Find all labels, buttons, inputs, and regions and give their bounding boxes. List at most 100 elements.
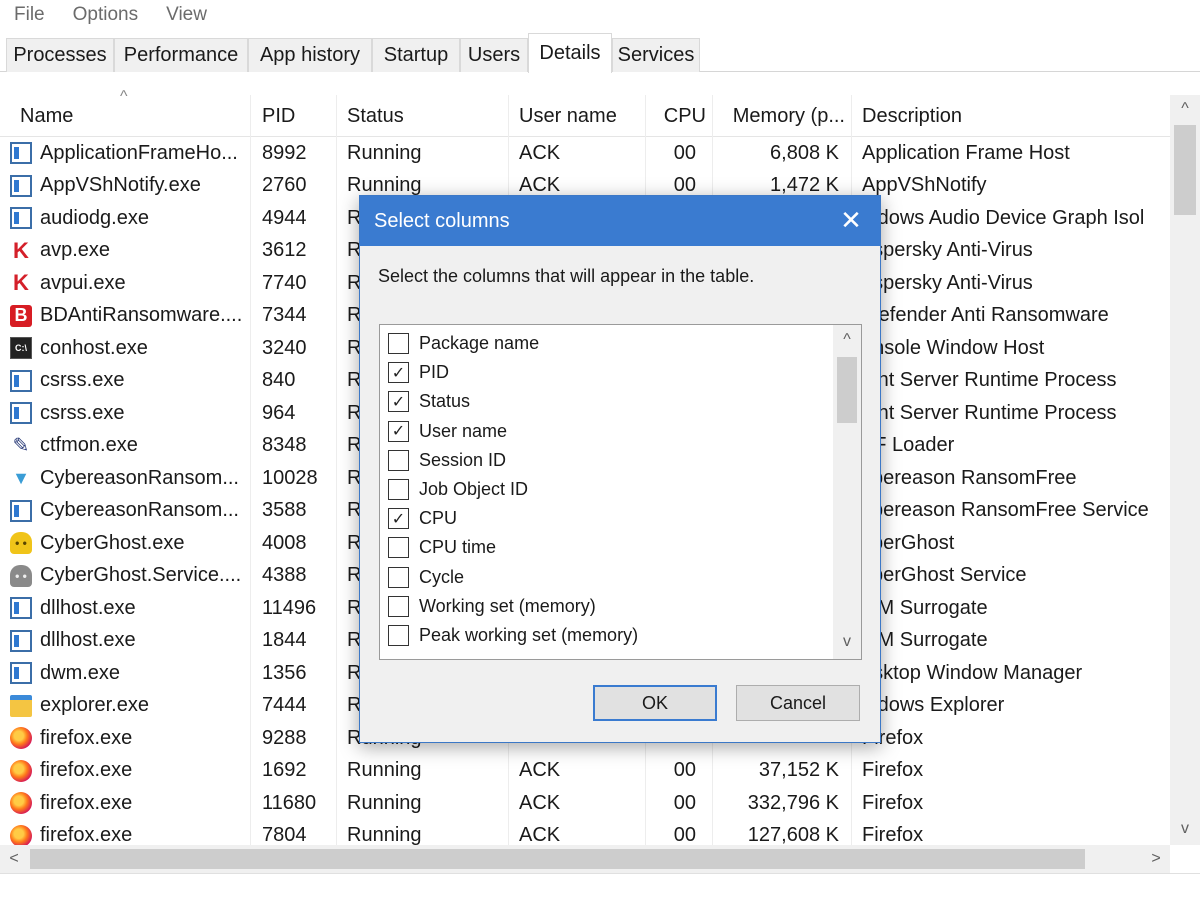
tab-processes[interactable]: Processes bbox=[6, 38, 114, 72]
firefox-icon bbox=[10, 727, 32, 749]
cell-desc: indows Explorer bbox=[862, 694, 1005, 717]
cell-pid: 7740 bbox=[262, 271, 307, 294]
table-row[interactable]: firefox.exe 7804 Running ACK 00 127,608 K Fire… bbox=[0, 820, 1170, 845]
cell-mem: 332,796 K bbox=[747, 791, 839, 814]
column-option[interactable]: Working set (memory) bbox=[388, 592, 596, 621]
table-row[interactable]: ApplicationFrameHo... 8992 Running ACK 00 6,8… bbox=[0, 137, 1170, 170]
cell-user: ACK bbox=[519, 824, 561, 845]
firefox-icon bbox=[10, 792, 32, 814]
cell-name: dllhost.exe bbox=[40, 596, 136, 619]
tab-startup[interactable]: Startup bbox=[372, 38, 460, 72]
column-option[interactable]: CPU time bbox=[388, 533, 496, 562]
cell-name: AppVShNotify.exe bbox=[40, 174, 201, 197]
cell-desc: Firefox bbox=[862, 759, 924, 782]
column-header-pid[interactable]: PID bbox=[262, 95, 332, 137]
cell-desc: Firefox bbox=[862, 824, 924, 845]
list-scroll-up-icon[interactable]: ^ bbox=[833, 327, 861, 353]
menu-file[interactable]: File bbox=[14, 4, 45, 26]
column-header-description[interactable]: Description bbox=[862, 95, 1162, 137]
checkbox-unchecked[interactable] bbox=[388, 566, 409, 588]
column-option[interactable]: Session ID bbox=[388, 446, 506, 475]
column-header-memory[interactable]: Memory (p... bbox=[715, 95, 845, 137]
cell-desc: Application Frame Host bbox=[862, 141, 1070, 164]
ok-button[interactable]: OK bbox=[593, 685, 717, 721]
cell-name: explorer.exe bbox=[40, 694, 149, 717]
column-option-label: Cycle bbox=[419, 566, 465, 587]
cell-name: firefox.exe bbox=[40, 791, 133, 814]
cell-name: BDAntiRansomware.... bbox=[40, 304, 243, 327]
cell-desc: onsole Window Host bbox=[862, 336, 1045, 359]
column-option[interactable]: ✓ PID bbox=[388, 358, 449, 387]
cell-pid: 8348 bbox=[262, 434, 307, 457]
cell-mem: 37,152 K bbox=[758, 759, 839, 782]
scroll-left-icon[interactable]: < bbox=[0, 845, 28, 873]
checkbox-checked[interactable]: ✓ bbox=[388, 508, 409, 530]
checkbox-unchecked[interactable] bbox=[388, 479, 409, 500]
cell-cpu: 00 bbox=[673, 141, 696, 164]
cancel-button[interactable]: Cancel bbox=[736, 685, 860, 721]
listbox-scrollbar[interactable]: ^ v bbox=[833, 325, 861, 659]
listbox-scroll-thumb[interactable] bbox=[837, 357, 857, 423]
column-option[interactable]: ✓ User name bbox=[388, 417, 507, 446]
cell-mem: 127,608 K bbox=[747, 824, 839, 845]
column-option[interactable]: ✓ Status bbox=[388, 387, 470, 416]
tab-performance[interactable]: Performance bbox=[114, 38, 248, 72]
firefox-icon bbox=[10, 824, 32, 845]
bitdefender-icon: B bbox=[10, 304, 32, 327]
checkbox-unchecked[interactable] bbox=[388, 595, 409, 617]
cell-name: firefox.exe bbox=[40, 759, 133, 782]
checkbox-checked[interactable]: ✓ bbox=[388, 420, 409, 442]
cell-pid: 4388 bbox=[262, 564, 307, 587]
tab-details[interactable]: Details bbox=[528, 33, 612, 73]
horizontal-scroll-thumb[interactable] bbox=[30, 849, 1085, 869]
scroll-down-icon[interactable]: v bbox=[1170, 815, 1200, 843]
tab-users[interactable]: Users bbox=[460, 38, 528, 72]
select-columns-dialog: Select columns ✕ Select the columns that… bbox=[359, 195, 881, 743]
cell-desc: tdefender Anti Ransomware bbox=[862, 304, 1109, 327]
cell-desc: ybereason RansomFree Service bbox=[862, 499, 1149, 522]
column-header-name[interactable]: Name bbox=[20, 95, 240, 137]
cell-desc: yberGhost Service bbox=[862, 564, 1027, 587]
cell-name: avpui.exe bbox=[40, 271, 126, 294]
cell-name: audiodg.exe bbox=[40, 206, 149, 229]
column-header-user-name[interactable]: User name bbox=[519, 95, 639, 137]
column-option[interactable]: ✓ CPU bbox=[388, 504, 457, 533]
horizontal-scrollbar[interactable]: < > bbox=[0, 845, 1170, 873]
table-row[interactable]: firefox.exe 11680 Running ACK 00 332,796 K Fir… bbox=[0, 787, 1170, 820]
checkbox-checked[interactable]: ✓ bbox=[388, 391, 409, 413]
column-option[interactable]: Job Object ID bbox=[388, 475, 528, 504]
checkbox-checked[interactable]: ✓ bbox=[388, 362, 409, 384]
tab-app-history[interactable]: App history bbox=[248, 38, 372, 72]
column-option[interactable]: Peak working set (memory) bbox=[388, 621, 638, 650]
window-icon bbox=[10, 207, 32, 229]
column-header-status[interactable]: Status bbox=[347, 95, 502, 137]
cybereason-icon: ▼ bbox=[12, 467, 30, 488]
column-option[interactable]: Package name bbox=[388, 329, 539, 358]
checkbox-unchecked[interactable] bbox=[388, 537, 409, 559]
list-scroll-down-icon[interactable]: v bbox=[833, 629, 861, 655]
cell-name: CyberGhost.Service.... bbox=[40, 564, 242, 587]
checkbox-unchecked[interactable] bbox=[388, 333, 409, 354]
scroll-up-icon[interactable]: ^ bbox=[1170, 95, 1200, 123]
dialog-title-bar[interactable]: Select columns bbox=[360, 196, 880, 246]
cell-name: firefox.exe bbox=[40, 726, 133, 749]
cell-pid: 1692 bbox=[262, 759, 307, 782]
column-option-label: Package name bbox=[419, 333, 540, 353]
column-option[interactable]: Cycle bbox=[388, 563, 464, 592]
column-header-cpu[interactable]: CPU bbox=[646, 95, 706, 137]
table-row[interactable]: firefox.exe 1692 Running ACK 00 37,152 K Firef… bbox=[0, 755, 1170, 788]
column-option-label: Working set (memory) bbox=[419, 595, 596, 616]
checkbox-unchecked[interactable] bbox=[388, 449, 409, 471]
scroll-right-icon[interactable]: > bbox=[1142, 845, 1170, 873]
cell-desc: OM Surrogate bbox=[862, 629, 988, 652]
vertical-scrollbar[interactable]: ^ v bbox=[1170, 95, 1200, 845]
menu-view[interactable]: View bbox=[166, 4, 207, 26]
columns-listbox[interactable]: ^ v Package name ✓ PID ✓ Status ✓ User name Ses… bbox=[379, 324, 862, 660]
menu-options[interactable]: Options bbox=[73, 4, 138, 26]
cell-pid: 7444 bbox=[262, 694, 307, 717]
checkbox-unchecked[interactable] bbox=[388, 625, 409, 646]
cell-pid: 9288 bbox=[262, 726, 307, 749]
tab-services[interactable]: Services bbox=[612, 38, 700, 72]
vertical-scroll-thumb[interactable] bbox=[1174, 125, 1196, 215]
close-icon[interactable]: ✕ bbox=[836, 205, 866, 235]
